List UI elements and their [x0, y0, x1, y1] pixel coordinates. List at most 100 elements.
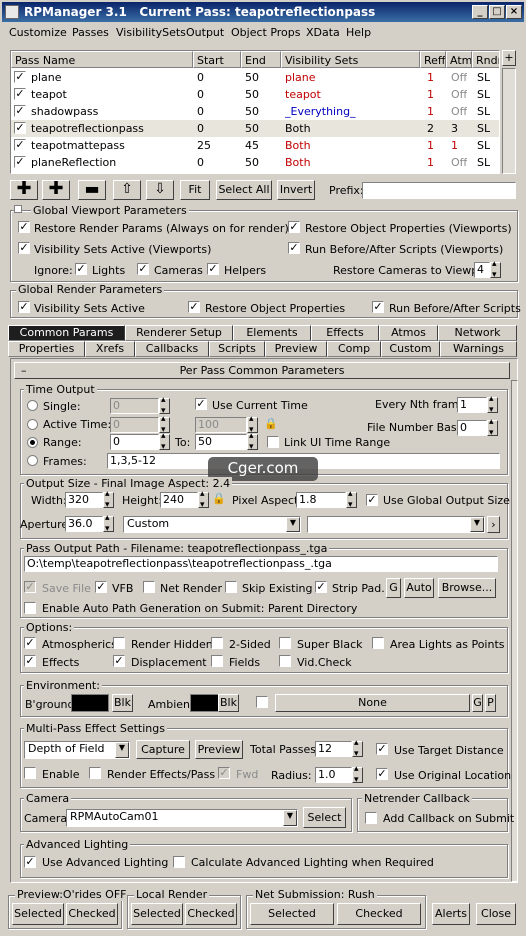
- ignore-cameras-checkbox[interactable]: ✓: [137, 263, 149, 275]
- two-sided-checkbox[interactable]: [211, 637, 223, 649]
- table-scrollbar[interactable]: [502, 68, 516, 174]
- restore-cameras-input[interactable]: 4: [474, 262, 490, 278]
- col-visibility-sets[interactable]: Visibility Sets: [281, 51, 420, 68]
- size-preset-dropdown[interactable]: Custom ▼: [123, 516, 301, 533]
- restore-object-checkbox[interactable]: ✓: [188, 301, 200, 313]
- menu-help[interactable]: Help: [346, 26, 371, 39]
- capture-button[interactable]: Capture: [136, 740, 190, 759]
- tab-comp[interactable]: Comp: [327, 341, 381, 357]
- active-time-start-input[interactable]: 0: [110, 417, 159, 433]
- menu-object-props[interactable]: Object Props: [231, 26, 301, 39]
- remove-pass-icon[interactable]: ▬: [78, 180, 106, 200]
- area-lights-checkbox[interactable]: [372, 637, 384, 649]
- enable-auto-path-checkbox[interactable]: [24, 602, 36, 614]
- range-from-input[interactable]: 0: [110, 434, 159, 450]
- chevron-right-icon[interactable]: ›: [487, 516, 500, 533]
- preview-selected-button[interactable]: Selected: [12, 903, 64, 925]
- rollout-header[interactable]: – Per Pass Common Parameters: [14, 362, 510, 379]
- bground-blk-button[interactable]: Blk: [112, 694, 133, 712]
- menu-passes[interactable]: Passes: [72, 26, 109, 39]
- run-scripts-viewport-checkbox[interactable]: ✓: [288, 242, 300, 254]
- row-checkbox[interactable]: ✓: [14, 156, 26, 168]
- width-input[interactable]: 320: [65, 492, 103, 508]
- width-spinner[interactable]: [103, 489, 114, 510]
- frames-radio[interactable]: [27, 455, 38, 466]
- vid-check-checkbox[interactable]: [279, 655, 291, 667]
- range-from-spinner[interactable]: [159, 431, 170, 452]
- total-passes-spinner[interactable]: [352, 738, 363, 759]
- tab-xrefs[interactable]: Xrefs: [85, 341, 135, 357]
- row-checkbox[interactable]: ✓: [14, 88, 26, 100]
- calc-advanced-lighting-checkbox[interactable]: [173, 856, 185, 868]
- use-original-location-checkbox[interactable]: ✓: [376, 768, 388, 780]
- single-radio[interactable]: [27, 400, 38, 411]
- tab-network[interactable]: Network: [438, 325, 517, 341]
- camera-select-button[interactable]: Select: [303, 807, 346, 828]
- vfb-checkbox[interactable]: ✓: [95, 581, 107, 593]
- render-hidden-checkbox[interactable]: [113, 637, 125, 649]
- ambient-blk-button[interactable]: Blk: [218, 694, 239, 712]
- table-row[interactable]: ✓ teapotmattepass 25 45 Both 1 1 SL: [11, 137, 499, 154]
- table-row[interactable]: ✓ plane 0 50 plane 1 Off SL: [11, 69, 499, 86]
- file-number-base-input[interactable]: 0: [457, 420, 487, 436]
- lock-icon[interactable]: 🔒: [264, 417, 278, 433]
- link-ui-checkbox[interactable]: [267, 436, 279, 448]
- minimize-icon[interactable]: _: [472, 5, 488, 19]
- table-row[interactable]: ✓ teapot 0 50 teapot 1 Off SL: [11, 86, 499, 103]
- height-input[interactable]: 240: [160, 492, 198, 508]
- move-down-icon[interactable]: ⇩: [146, 180, 174, 200]
- env-g-button[interactable]: G: [472, 694, 483, 712]
- vis-sets-active-checkbox[interactable]: ✓: [18, 301, 30, 313]
- net-selected-button[interactable]: Selected: [250, 903, 334, 925]
- local-selected-button[interactable]: Selected: [131, 903, 183, 925]
- table-row[interactable]: ✓ shadowpass 0 50 _Everything_ 1 Off SL: [11, 103, 499, 120]
- tab-renderer-setup[interactable]: Renderer Setup: [125, 325, 233, 341]
- pixel-aspect-spinner[interactable]: [346, 489, 357, 510]
- ignore-helpers-checkbox[interactable]: ✓: [207, 263, 219, 275]
- environment-map-button[interactable]: None: [275, 694, 470, 712]
- range-radio[interactable]: [27, 437, 38, 448]
- active-time-radio[interactable]: [27, 419, 38, 430]
- save-file-checkbox[interactable]: ✓: [24, 581, 36, 593]
- file-number-base-spinner[interactable]: [487, 417, 498, 438]
- col-reff[interactable]: Reff: [420, 51, 446, 68]
- table-row[interactable]: ✓ planeReflection 0 50 Both 1 Off SL: [11, 154, 499, 171]
- close-icon[interactable]: ×: [506, 5, 522, 19]
- multipass-enable-checkbox[interactable]: [24, 767, 36, 779]
- net-checked-button[interactable]: Checked: [337, 903, 421, 925]
- fit-button[interactable]: Fit: [180, 180, 210, 200]
- fields-checkbox[interactable]: [211, 655, 223, 667]
- table-row[interactable]: ✓ teapotreflectionpass 0 50 Both 2 3 SL: [11, 120, 499, 137]
- height-spinner[interactable]: [198, 489, 209, 510]
- col-atm[interactable]: Atm: [446, 51, 472, 68]
- every-nth-input[interactable]: 1: [457, 397, 487, 413]
- menu-xdata[interactable]: XData: [306, 26, 340, 39]
- preview-button[interactable]: Preview: [195, 740, 243, 759]
- strip-pad-checkbox[interactable]: ✓: [315, 581, 327, 593]
- local-checked-button[interactable]: Checked: [185, 903, 237, 925]
- output-path-input[interactable]: O:\temp\teapotreflectionpass\teapotrefle…: [24, 556, 498, 572]
- render-effects-checkbox[interactable]: [89, 767, 101, 779]
- use-target-distance-checkbox[interactable]: ✓: [376, 743, 388, 755]
- menu-visibility-sets[interactable]: VisibilitySets: [116, 26, 186, 39]
- maximize-icon[interactable]: □: [489, 5, 505, 19]
- row-checkbox[interactable]: ✓: [14, 122, 26, 134]
- pixel-aspect-input[interactable]: 1.8: [296, 492, 346, 508]
- add-pass-copy-icon[interactable]: ✚: [42, 180, 70, 200]
- restore-render-checkbox[interactable]: ✓: [18, 221, 30, 233]
- bground-color-swatch[interactable]: [71, 694, 109, 712]
- single-input[interactable]: 0: [110, 398, 159, 414]
- radius-input[interactable]: 1.0: [315, 767, 352, 783]
- atmospherics-checkbox[interactable]: ✓: [24, 637, 36, 649]
- auto-button[interactable]: Auto: [404, 578, 434, 598]
- row-checkbox[interactable]: ✓: [14, 71, 26, 83]
- invert-button[interactable]: Invert: [277, 180, 315, 200]
- alerts-button[interactable]: Alerts: [432, 903, 470, 925]
- select-all-button[interactable]: Select All: [216, 180, 272, 200]
- range-to-input[interactable]: 50: [195, 434, 247, 450]
- move-up-icon[interactable]: ⇧: [113, 180, 141, 200]
- every-nth-spinner[interactable]: [487, 394, 498, 415]
- vis-sets-viewport-checkbox[interactable]: ✓: [18, 242, 30, 254]
- tab-atmos[interactable]: Atmos: [379, 325, 438, 341]
- restore-object-viewport-checkbox[interactable]: ✓: [288, 221, 300, 233]
